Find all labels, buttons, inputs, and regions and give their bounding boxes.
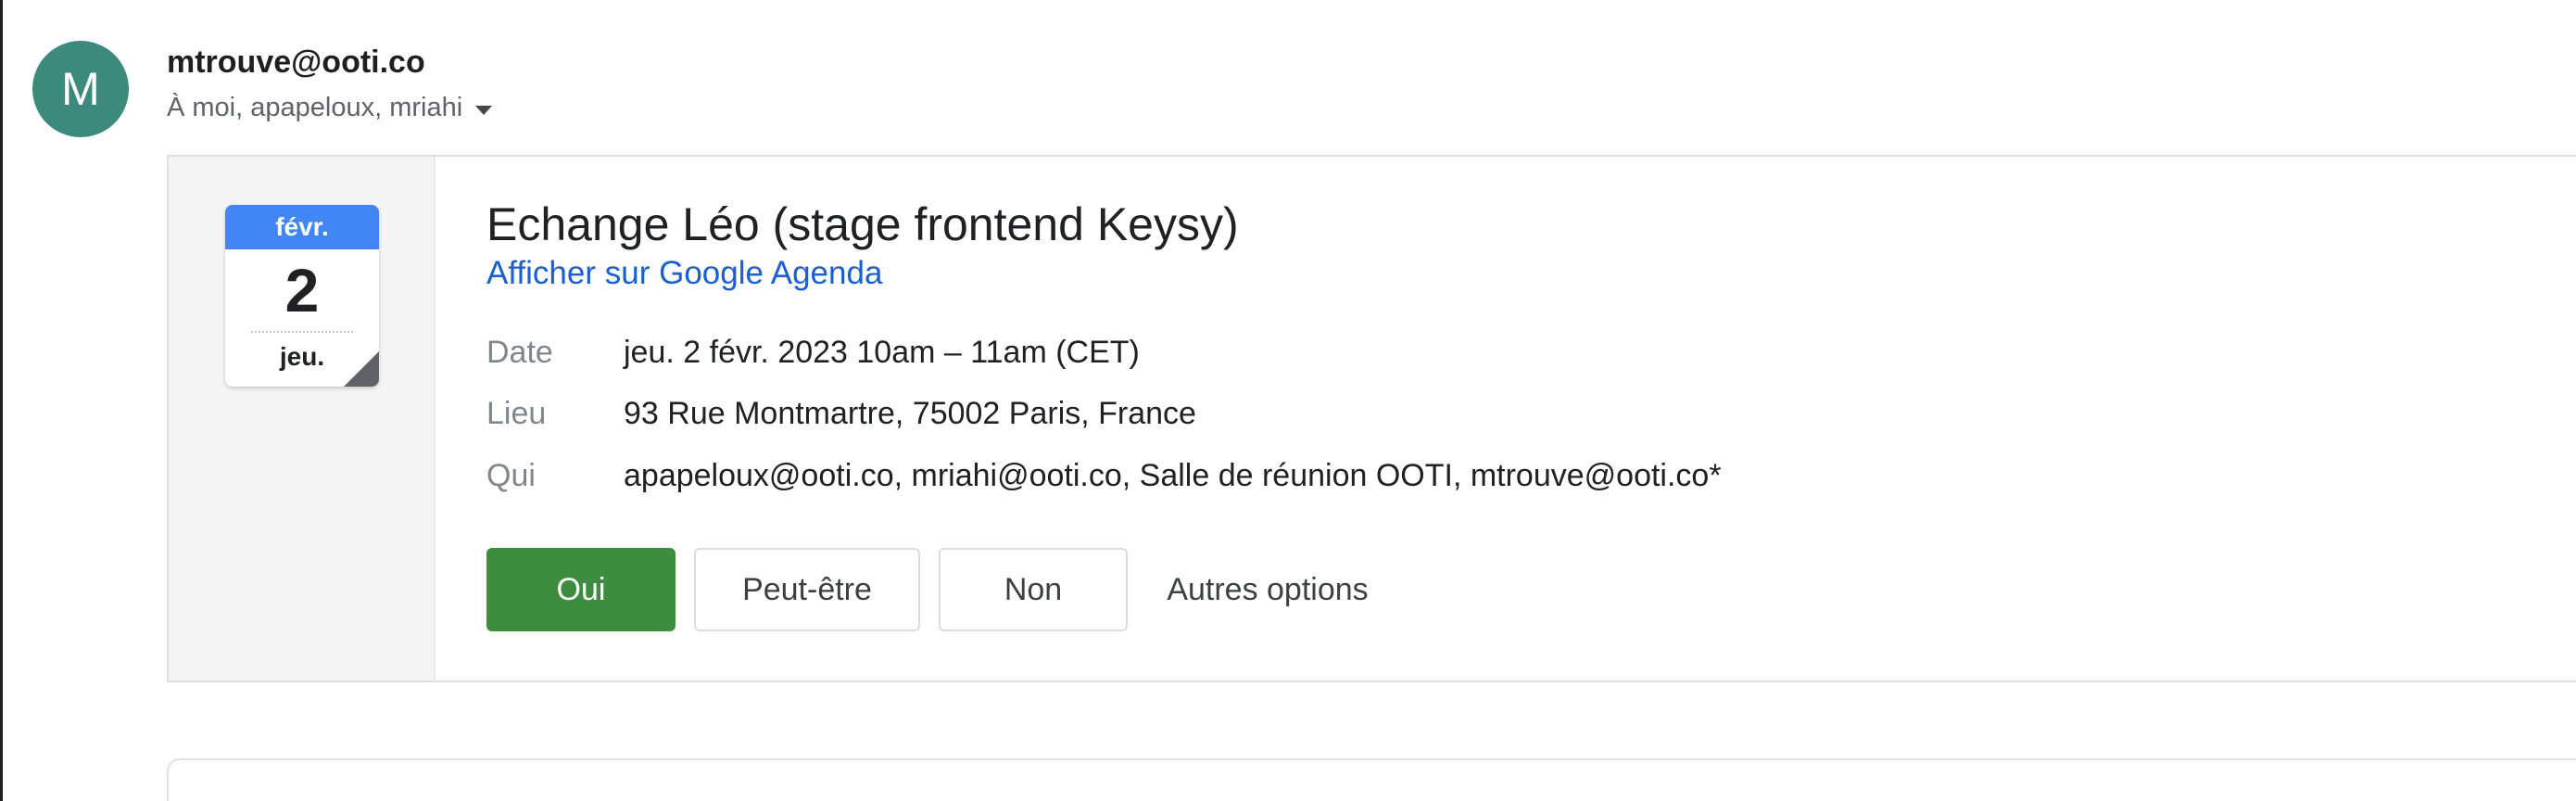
- sender-email[interactable]: mtrouve@ooti.co: [167, 44, 425, 81]
- rsvp-maybe-button[interactable]: Peut-être: [694, 548, 920, 631]
- recipients-text: À moi, apapeloux, mriahi: [167, 93, 463, 122]
- detail-label: Date: [486, 335, 553, 370]
- invite-sidebar: févr. 2 jeu.: [169, 157, 436, 680]
- chevron-down-icon[interactable]: [475, 105, 493, 115]
- calendar-month: févr.: [225, 205, 379, 249]
- calendar-day: 2: [284, 256, 320, 324]
- detail-value[interactable]: 93 Rue Montmartre, 75002 Paris, France: [624, 396, 1196, 432]
- detail-row-attendees: Qui apapeloux@ooti.co, mriahi@ooti.co, S…: [486, 458, 1722, 494]
- detail-row-location: Lieu 93 Rue Montmartre, 75002 Paris, Fra…: [486, 396, 1196, 432]
- avatar[interactable]: M: [32, 41, 129, 137]
- event-title: Echange Léo (stage frontend Keysy): [486, 198, 1239, 250]
- rsvp-yes-button[interactable]: Oui: [486, 548, 676, 631]
- more-options-button[interactable]: Autres options: [1147, 548, 1388, 631]
- calendar-date-icon: févr. 2 jeu.: [225, 205, 379, 387]
- view-in-calendar-link[interactable]: Afficher sur Google Agenda: [486, 255, 882, 292]
- detail-value: apapeloux@ooti.co, mriahi@ooti.co, Salle…: [624, 458, 1722, 493]
- email-view: M mtrouve@ooti.co À moi, apapeloux, mria…: [0, 0, 2576, 801]
- detail-row-date: Date jeu. 2 févr. 2023 10am – 11am (CET): [486, 335, 1140, 371]
- rsvp-no-button[interactable]: Non: [939, 548, 1128, 631]
- detail-label: Lieu: [486, 396, 547, 431]
- calendar-invite-card: févr. 2 jeu. Echange Léo (stage frontend…: [167, 155, 2576, 682]
- recipients-toggle[interactable]: À moi, apapeloux, mriahi: [167, 93, 493, 123]
- page-fold-icon: [344, 351, 379, 387]
- message-body-card: [167, 758, 2576, 801]
- detail-value: jeu. 2 févr. 2023 10am – 11am (CET): [624, 335, 1140, 370]
- detail-label: Qui: [486, 458, 536, 493]
